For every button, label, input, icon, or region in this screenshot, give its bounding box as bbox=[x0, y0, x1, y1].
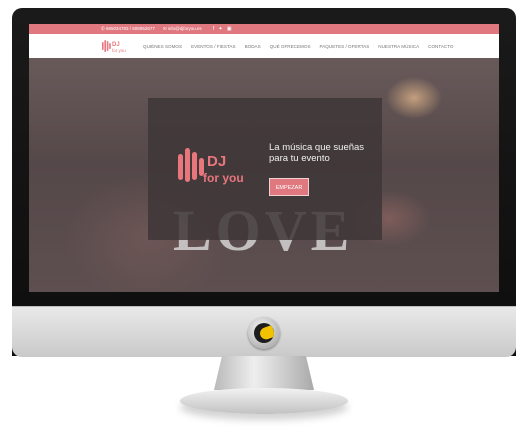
nav-item-que-ofrecemos[interactable]: Qué ofrecemos bbox=[270, 44, 311, 49]
hero-logo-foryou: for you bbox=[203, 171, 244, 185]
monitor-base bbox=[180, 388, 348, 414]
nav-item-eventos[interactable]: Eventos / Fiestas bbox=[191, 44, 236, 49]
contact-bar: ✆ 665034783 / 608952677 ✉ info@djforyou.… bbox=[29, 24, 499, 34]
hero-logo-dj: DJ bbox=[207, 153, 226, 170]
website-screen: ✆ 665034783 / 608952677 ✉ info@djforyou.… bbox=[29, 24, 499, 292]
hero-logo: DJ for you bbox=[178, 148, 244, 185]
email-text: info@djforyou.es bbox=[167, 26, 202, 31]
hero-section: LOVE DJ for you La música que sueñas par… bbox=[29, 58, 499, 292]
nav-menu: Quiénes somos Eventos / Fiestas Bodas Qu… bbox=[143, 34, 454, 58]
brand-badge-icon bbox=[248, 317, 280, 349]
facebook-icon[interactable]: f bbox=[213, 26, 214, 32]
hero-overlay-box: DJ for you La música que sueñas para tu … bbox=[148, 98, 382, 240]
email-contact[interactable]: ✉ info@djforyou.es bbox=[163, 26, 202, 32]
nav-item-bodas[interactable]: Bodas bbox=[245, 44, 261, 49]
nav-item-quienes-somos[interactable]: Quiénes somos bbox=[143, 44, 182, 49]
instagram-icon[interactable]: ▣ bbox=[227, 26, 232, 32]
phone-text: 665034783 / 608952677 bbox=[106, 26, 155, 31]
start-button[interactable]: EMPEZAR bbox=[269, 178, 309, 196]
nav-item-nuestra-musica[interactable]: Nuestra música bbox=[378, 44, 419, 49]
hero-tagline: La música que sueñas para tu evento bbox=[269, 142, 365, 164]
twitter-icon[interactable]: ✦ bbox=[218, 26, 222, 32]
phone-contact[interactable]: ✆ 665034783 / 608952677 bbox=[101, 26, 155, 32]
monitor-stand bbox=[214, 356, 314, 390]
nav-item-paquetes[interactable]: Paquetes / Ofertas bbox=[320, 44, 370, 49]
main-navbar: DJ for you Quiénes somos Eventos / Fiest… bbox=[29, 34, 499, 59]
site-logo[interactable]: DJ for you bbox=[101, 38, 129, 54]
nav-item-contacto[interactable]: Contacto bbox=[428, 44, 453, 49]
social-icons: f ✦ ▣ bbox=[210, 26, 232, 32]
logo-foryou-text: for you bbox=[112, 48, 126, 53]
